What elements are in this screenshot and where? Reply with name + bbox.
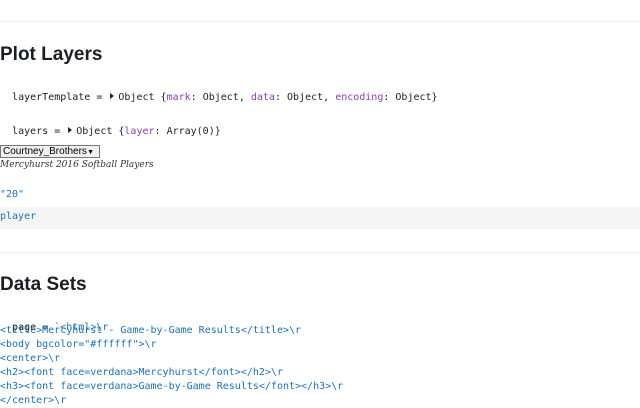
val-layer: Array(0) xyxy=(166,126,215,137)
val-data: Object xyxy=(287,92,324,103)
val-encoding: Object xyxy=(395,92,432,103)
val-mark: Object xyxy=(202,92,239,103)
expand-triangle-icon[interactable] xyxy=(68,127,73,133)
key-layer: layer xyxy=(124,126,155,137)
layer-template-type: Object xyxy=(118,92,155,103)
player-select-caption: Mercyhurst 2016 Softball Players xyxy=(0,160,154,170)
player-select-value: Courtney_Brothers xyxy=(3,146,87,157)
html-line: <title>Mercyhurst - Game-by-Game Results… xyxy=(0,325,302,336)
html-line: <body bgcolor="#ffffff">\r xyxy=(0,339,157,350)
layers-cell[interactable]: layers = Object {layer: Array(0)} xyxy=(0,114,221,138)
layer-template-cell[interactable]: layerTemplate = Object {mark: Object, da… xyxy=(0,80,438,104)
section-divider xyxy=(0,252,640,253)
plot-layers-heading: Plot Layers xyxy=(0,44,103,65)
layer-template-name: layerTemplate xyxy=(12,92,91,103)
layers-type: Object xyxy=(76,126,113,137)
string-output: "20" xyxy=(0,189,25,200)
chevron-down-icon: ▼ xyxy=(87,149,94,156)
key-data: data xyxy=(250,92,275,103)
layers-name: layers xyxy=(12,126,49,137)
html-line: <h2><font face=verdana>Mercyhurst</font>… xyxy=(0,367,283,378)
data-sets-heading: Data Sets xyxy=(0,274,87,295)
expand-triangle-icon[interactable] xyxy=(110,93,115,99)
code-cell-text: player xyxy=(0,211,37,222)
key-encoding: encoding xyxy=(335,92,384,103)
key-mark: mark xyxy=(166,92,191,103)
top-divider xyxy=(0,21,640,22)
html-line: <center>\r xyxy=(0,353,61,364)
page-html-lines: <title>Mercyhurst - Game-by-Game Results… xyxy=(0,324,343,408)
code-cell[interactable] xyxy=(0,207,640,229)
player-select[interactable]: Courtney_Brothers ▼ xyxy=(0,145,100,158)
html-line: <h3><font face=verdana>Game-by-Game Resu… xyxy=(0,381,344,392)
html-line: </center>\r xyxy=(0,395,67,406)
